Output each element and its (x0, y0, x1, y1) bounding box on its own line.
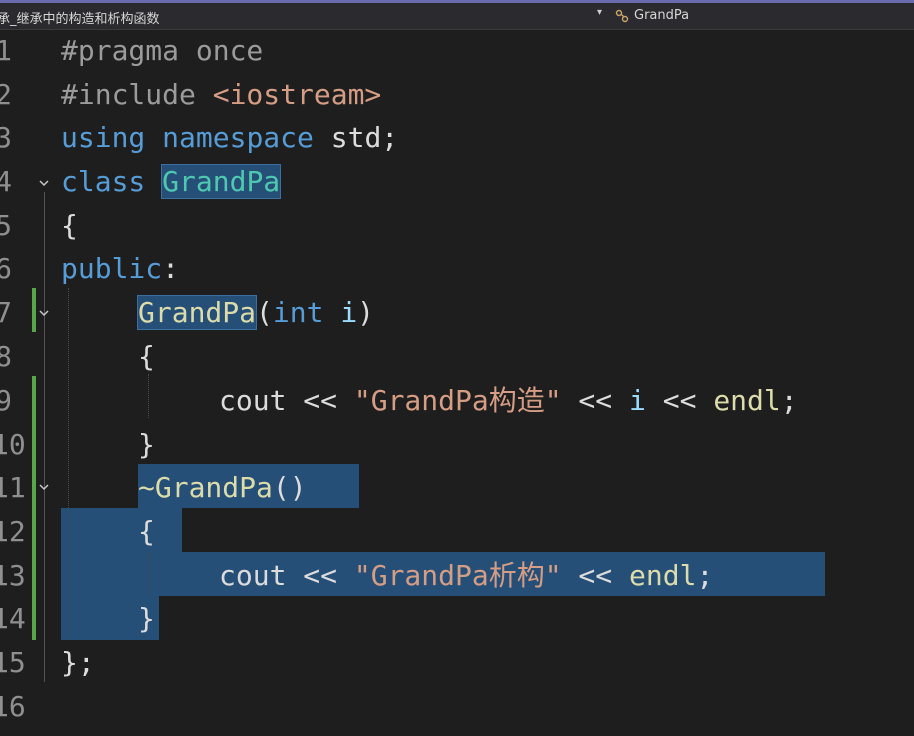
code-token: class (61, 165, 146, 198)
code-token: ( (256, 296, 273, 329)
chevron-down-icon[interactable] (38, 307, 50, 319)
change-marker (32, 288, 36, 332)
code-line[interactable]: ~GrandPa() (138, 473, 307, 503)
line-number: 7 (0, 296, 12, 329)
line-number: 13 (0, 559, 26, 592)
code-token: i (629, 384, 646, 417)
code-token: GrandPa (161, 164, 282, 199)
code-line[interactable]: #pragma once (61, 36, 263, 66)
line-number: 4 (0, 165, 12, 198)
code-token: i (340, 296, 358, 329)
code-token: "GrandPa构造" (353, 384, 562, 417)
code-token: () (272, 471, 307, 504)
indent-guide (148, 374, 149, 418)
line-number: 1 (0, 34, 12, 67)
chevron-down-icon[interactable] (38, 177, 50, 189)
code-token: }; (61, 646, 95, 679)
code-token: namespace (162, 121, 314, 154)
code-token: <iostream> (212, 78, 382, 111)
line-number: 6 (0, 252, 12, 285)
code-line[interactable]: } (138, 430, 155, 460)
code-line[interactable]: public: (61, 254, 179, 284)
code-line[interactable]: cout << "GrandPa构造" << i << endl; (219, 386, 798, 416)
change-marker (32, 376, 36, 640)
code-line[interactable]: }; (61, 648, 95, 678)
code-line[interactable]: using namespace std; (61, 123, 398, 153)
code-token: "GrandPa析构" (353, 559, 562, 592)
code-token: #include (61, 78, 213, 111)
code-token: endl (629, 559, 697, 592)
line-number: 8 (0, 340, 12, 373)
code-token: ; (780, 384, 798, 417)
code-token: } (138, 602, 155, 635)
line-number: 14 (0, 602, 26, 635)
file-scope-dropdown[interactable]: 承_继承中的构造和析构函数 (0, 8, 160, 27)
code-token: cout << (219, 559, 354, 592)
line-number: 10 (0, 428, 26, 461)
code-token: int (272, 296, 324, 329)
code-token: << (645, 384, 714, 417)
indent-guide (68, 288, 69, 638)
code-line[interactable]: class GrandPa (61, 164, 282, 199)
member-scope-dropdown[interactable]: GrandPa (634, 8, 689, 23)
line-number: 11 (0, 471, 26, 504)
class-icon (615, 9, 629, 23)
selection-highlight (61, 508, 182, 552)
navigation-bar: 承_继承中的构造和析构函数 ▾ GrandPa (0, 3, 914, 30)
line-number: 3 (0, 121, 12, 154)
code-token: cout << (219, 384, 354, 417)
code-token: ; (696, 559, 714, 592)
code-token: public (61, 252, 163, 285)
code-token: using (61, 121, 146, 154)
code-line[interactable]: { (138, 342, 155, 372)
code-token: ~GrandPa (138, 471, 273, 504)
line-number: 2 (0, 78, 12, 111)
line-number: 15 (0, 646, 26, 679)
code-token: GrandPa (136, 295, 258, 330)
code-line[interactable]: { (138, 517, 155, 547)
code-token: endl (713, 384, 781, 417)
line-number: 5 (0, 209, 12, 242)
code-token: std; (313, 121, 399, 154)
line-number: 16 (0, 690, 26, 723)
code-token: ) (357, 296, 375, 329)
code-line[interactable]: } (138, 604, 155, 634)
code-line[interactable]: { (61, 211, 78, 241)
code-token: : (162, 252, 180, 285)
indent-guide (148, 552, 149, 596)
chevron-down-icon[interactable] (38, 481, 50, 493)
code-token: << (561, 384, 630, 417)
code-editor[interactable]: 1 2 3 4 5 6 7 8 9 10 11 12 13 14 15 16 #… (0, 30, 914, 736)
code-token: { (138, 340, 155, 373)
line-number: 12 (0, 515, 26, 548)
code-token: << (561, 559, 630, 592)
code-line[interactable]: cout << "GrandPa析构" << endl; (219, 561, 713, 591)
code-line[interactable]: #include <iostream> (61, 80, 381, 110)
fold-region-line (44, 192, 45, 682)
dropdown-arrow-icon[interactable]: ▾ (597, 7, 602, 18)
code-line[interactable]: GrandPa(int i) (136, 295, 375, 330)
line-number: 9 (0, 384, 12, 417)
code-token: } (138, 428, 155, 461)
code-token: #pragma once (61, 34, 264, 67)
code-token: { (138, 515, 155, 548)
code-token: { (61, 209, 78, 242)
